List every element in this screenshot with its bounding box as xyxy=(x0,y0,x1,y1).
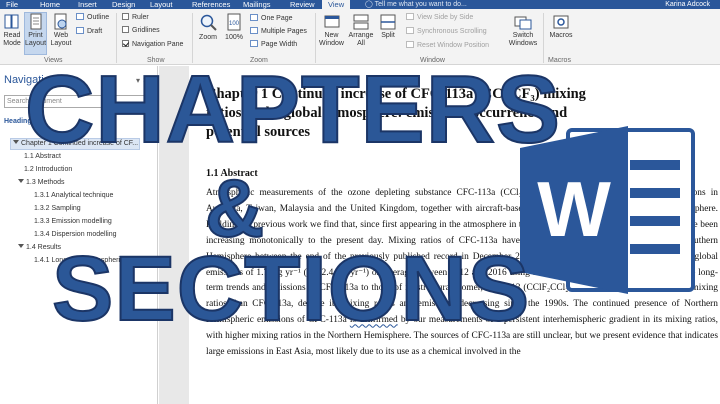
nav-heading-emission-modelling[interactable]: 1.3.3 Emission modelling xyxy=(34,217,112,227)
svg-text:100: 100 xyxy=(229,21,240,27)
nav-heading-analytical-technique[interactable]: 1.3.1 Analytical technique xyxy=(34,191,113,201)
new-window-button[interactable]: New Window xyxy=(318,13,345,55)
split-icon xyxy=(380,14,396,30)
macros-icon xyxy=(553,15,569,29)
nav-heading-methods[interactable]: 1.3 Methods xyxy=(18,178,65,188)
sync-scroll-icon xyxy=(406,27,414,34)
outline-button[interactable]: Outline xyxy=(76,13,109,22)
tab-references[interactable]: References xyxy=(192,0,230,9)
switch-windows-icon xyxy=(514,16,532,30)
tab-insert[interactable]: Insert xyxy=(78,0,97,9)
overlay-title-chapters: CHAPTERS xyxy=(24,56,562,163)
page-100-icon: 100 xyxy=(227,13,241,31)
multiple-pages-button[interactable]: Multiple Pages xyxy=(250,27,307,36)
tab-view[interactable]: View xyxy=(322,0,351,9)
new-window-icon xyxy=(324,15,339,28)
side-by-side-icon xyxy=(406,13,414,20)
synchronous-scrolling-button[interactable]: Synchronous Scrolling xyxy=(406,27,487,36)
page-width-icon xyxy=(250,40,258,47)
page-icon xyxy=(30,13,41,30)
nav-heading-sampling[interactable]: 1.3.2 Sampling xyxy=(34,204,81,214)
arrange-icon xyxy=(353,14,369,30)
checkbox-checked xyxy=(122,40,129,47)
web-layout-button[interactable]: Web Layout xyxy=(49,13,73,55)
draft-button[interactable]: Draft xyxy=(76,27,102,36)
print-layout-button[interactable]: Print Layout xyxy=(24,12,47,55)
one-page-button[interactable]: One Page xyxy=(250,14,293,23)
expand-triangle-icon[interactable] xyxy=(13,140,19,144)
magnifier-icon xyxy=(200,14,217,31)
page-width-button[interactable]: Page Width xyxy=(250,40,297,49)
draft-icon xyxy=(76,27,84,34)
overlay-title-sections: SECTIONS xyxy=(51,238,531,340)
tab-home[interactable]: Home xyxy=(40,0,60,9)
zoom-button[interactable]: Zoom xyxy=(196,13,220,55)
multiple-pages-icon xyxy=(250,27,258,34)
navigation-pane-checkbox[interactable]: Navigation Pane xyxy=(122,40,183,49)
tab-layout[interactable]: Layout xyxy=(150,0,173,9)
expand-triangle-icon[interactable] xyxy=(18,179,24,183)
tell-me-box[interactable]: ◯ Tell me what you want to do... xyxy=(365,0,467,9)
split-button[interactable]: Split xyxy=(377,13,399,55)
read-mode-button[interactable]: Read Mode xyxy=(1,13,23,55)
macros-button[interactable]: Macros xyxy=(546,13,576,55)
zoom-100-button[interactable]: 100 100% xyxy=(222,13,246,55)
arrange-all-button[interactable]: Arrange All xyxy=(347,13,375,55)
tab-mailings[interactable]: Mailings xyxy=(243,0,271,9)
expand-triangle-icon[interactable] xyxy=(18,244,24,248)
reset-window-position-button[interactable]: Reset Window Position xyxy=(406,41,489,50)
tab-design[interactable]: Design xyxy=(112,0,135,9)
outline-icon xyxy=(76,13,84,20)
globe-page-icon xyxy=(54,13,67,30)
nav-heading-introduction[interactable]: 1.2 Introduction xyxy=(24,165,72,175)
lightbulb-icon: ◯ xyxy=(365,1,375,8)
tab-review[interactable]: Review xyxy=(290,0,315,9)
ribbon-tab-bar: File Home Insert Design Layout Reference… xyxy=(0,0,720,9)
ruler-checkbox[interactable]: Ruler xyxy=(122,13,149,22)
checkbox-box xyxy=(122,13,129,20)
tab-file[interactable]: File xyxy=(6,0,18,9)
checkbox-box xyxy=(122,26,129,33)
logo-letter: W xyxy=(537,165,611,253)
view-side-by-side-button[interactable]: View Side by Side xyxy=(406,13,473,22)
reset-position-icon xyxy=(406,41,414,48)
gridlines-checkbox[interactable]: Gridlines xyxy=(122,26,160,35)
user-name[interactable]: Karina Adcock xyxy=(665,0,710,9)
one-page-icon xyxy=(250,14,258,21)
book-icon xyxy=(4,14,19,29)
switch-windows-button[interactable]: Switch Windows xyxy=(506,13,540,55)
